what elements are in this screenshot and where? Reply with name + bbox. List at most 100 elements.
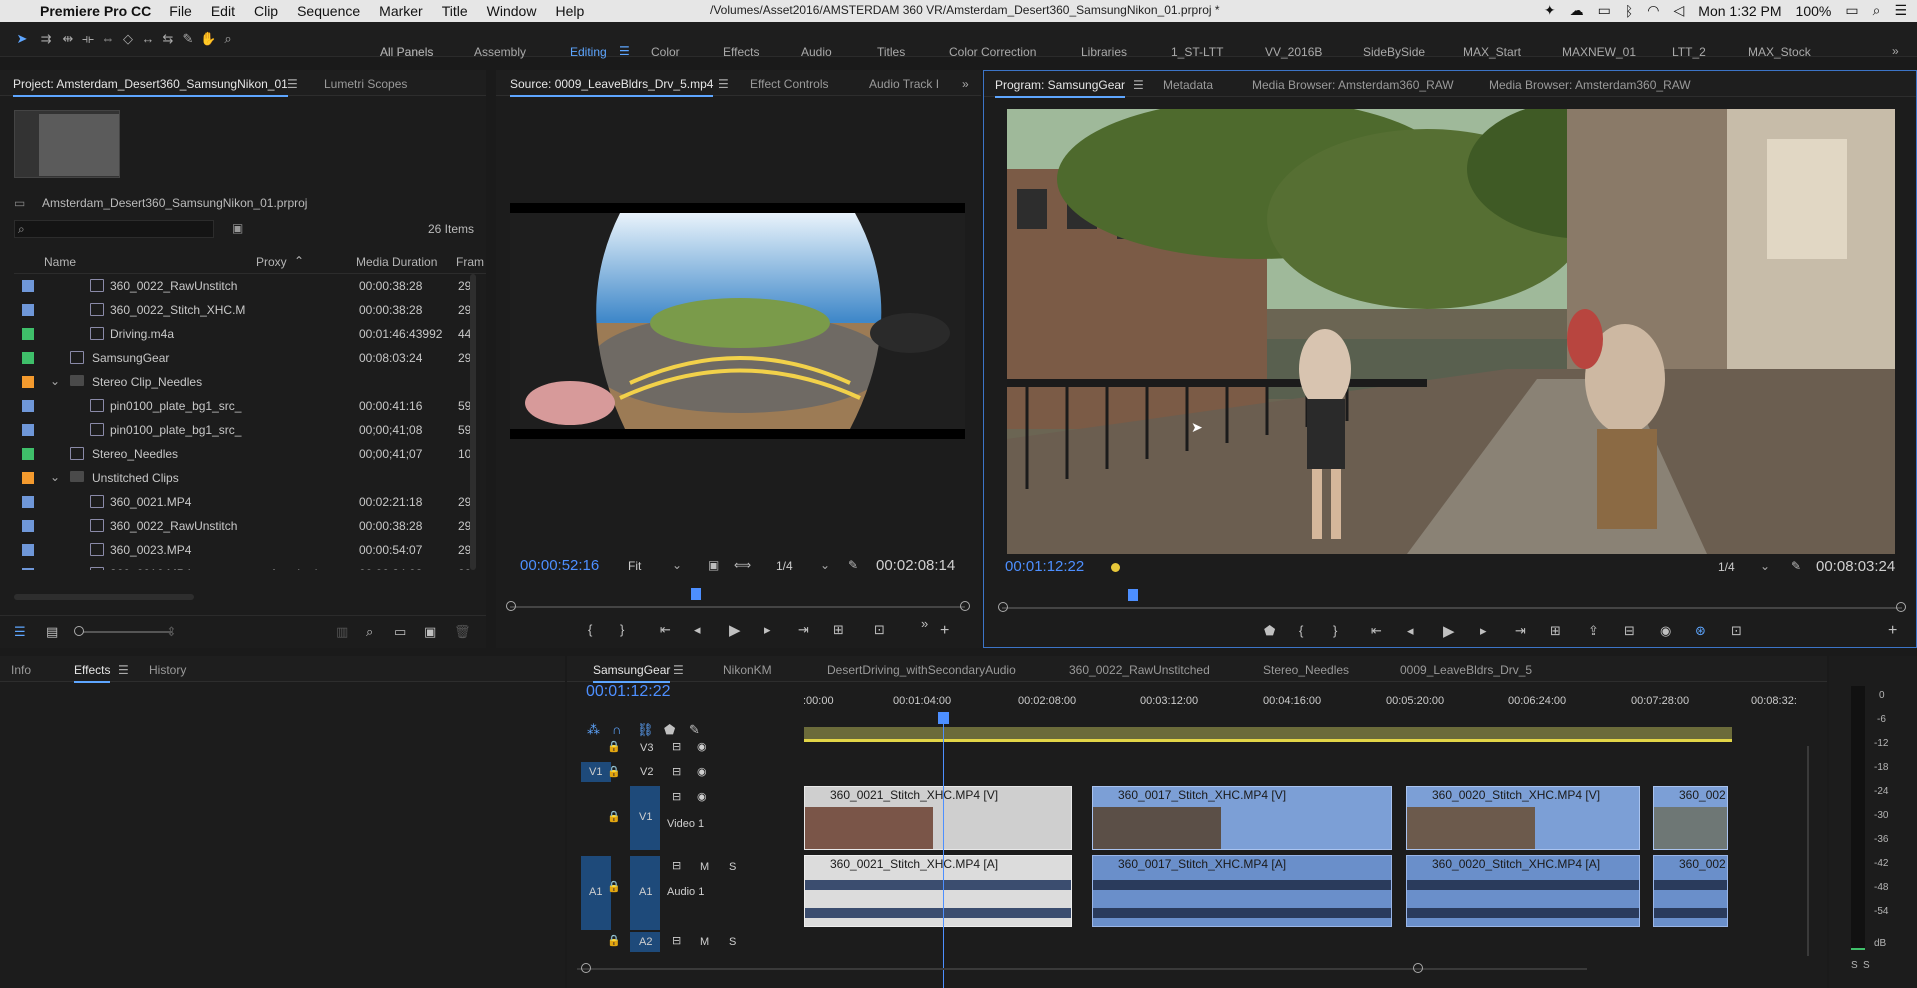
project-list-item[interactable]: 360_0023.MP4 00:00:54:07 29 — [14, 538, 471, 562]
source-timecode[interactable]: 00:00:52:16 — [520, 557, 599, 574]
new-bin-icon[interactable]: ▭ — [394, 624, 406, 640]
airplay-icon[interactable]: ▭ — [1598, 2, 1611, 19]
source-settings-wrench-icon[interactable]: ✎ — [848, 558, 858, 572]
menu-file[interactable]: File — [169, 3, 192, 19]
program-add-marker-icon[interactable]: ⬟ — [1264, 623, 1275, 639]
menu-clip[interactable]: Clip — [254, 3, 278, 19]
battery-label[interactable]: 100% — [1796, 3, 1832, 19]
project-list-item[interactable]: 360_0021.MP4 00:02:21:18 29 — [14, 490, 471, 514]
project-list-item[interactable]: 360_0022_Stitch_XHC.M 00:00:38:28 29 — [14, 298, 471, 322]
project-horizontal-scrollbar[interactable] — [14, 594, 194, 600]
source-scrubber[interactable] — [510, 606, 965, 608]
project-thumbnail[interactable] — [14, 110, 120, 178]
menu-sequence[interactable]: Sequence — [297, 3, 360, 19]
source-scrub-end-handle[interactable] — [960, 601, 970, 611]
source-drag-video-icon[interactable]: ⟺ — [734, 558, 751, 572]
sync-lock-v3-icon[interactable]: ⊟ — [672, 740, 681, 753]
program-timecode[interactable]: 00:01:12:22 — [1005, 558, 1084, 575]
label-color-swatch[interactable] — [22, 424, 34, 436]
timeline-playhead-line[interactable] — [943, 712, 944, 988]
program-marker-dot[interactable] — [1111, 563, 1120, 572]
clear-icon[interactable]: 🗑 — [454, 624, 471, 640]
label-color-swatch[interactable] — [22, 520, 34, 532]
app-menu[interactable]: Premiere Pro CC — [40, 3, 151, 19]
source-step-forward-icon[interactable]: ▸ — [764, 622, 771, 638]
solo-a2[interactable]: S — [729, 936, 736, 948]
workspace-vv-2016b[interactable]: VV_2016B — [1265, 45, 1322, 59]
workspace-1st-ltt[interactable]: 1_ST-LTT — [1171, 45, 1223, 59]
creative-cloud-icon[interactable]: ☁ — [1570, 2, 1584, 19]
timeline-timecode[interactable]: 00:01:12:22 — [586, 683, 671, 701]
program-compare-icon[interactable]: ⊡ — [1731, 623, 1742, 639]
workspace-menu-icon[interactable]: ☰ — [619, 44, 630, 58]
meter-solo-left[interactable]: S — [1851, 960, 1858, 971]
workspace-titles[interactable]: Titles — [877, 45, 905, 59]
mute-a1[interactable]: M — [700, 861, 709, 873]
menu-help[interactable]: Help — [555, 3, 584, 19]
workspace-color-correction[interactable]: Color Correction — [949, 45, 1036, 59]
source-overflow-icon[interactable]: » — [962, 77, 969, 91]
tab-program[interactable]: Program: SamsungGear — [995, 78, 1126, 98]
program-mark-in-icon[interactable]: { — [1299, 623, 1303, 638]
project-list-item[interactable]: 360_0022_RawUnstitch 00:00:38:28 29 — [14, 514, 471, 538]
eye-v3-icon[interactable]: ◉ — [697, 740, 707, 753]
program-lift-icon[interactable]: ⇪ — [1588, 623, 1599, 639]
wifi-icon[interactable]: ◠ — [1647, 2, 1659, 19]
source-fit-select[interactable]: Fit — [628, 559, 641, 573]
project-list-item[interactable]: Stereo_Needles 00;00;41;07 10 — [14, 442, 471, 466]
column-media-duration[interactable]: Media Duration — [356, 255, 437, 269]
menu-edit[interactable]: Edit — [211, 3, 235, 19]
timeline-zoom-start-handle[interactable] — [581, 963, 591, 973]
tab-lumetri-scopes[interactable]: Lumetri Scopes — [324, 77, 407, 91]
volume-icon[interactable]: ◁ — [1674, 2, 1685, 19]
snap-icon[interactable]: ∩ — [612, 722, 621, 737]
program-step-forward-icon[interactable]: ▸ — [1480, 623, 1487, 639]
lock-a1-icon[interactable]: 🔒 — [607, 880, 621, 893]
menu-title[interactable]: Title — [442, 3, 468, 19]
sync-lock-a2-icon[interactable]: ⊟ — [672, 934, 681, 947]
timeline-audio-clip[interactable]: 360_0020_Stitch_XHC.MP4 [A] — [1406, 855, 1640, 927]
program-vr-video-icon[interactable]: ⊛ — [1695, 623, 1706, 639]
tab-seq-stereo-needles[interactable]: Stereo_Needles — [1263, 663, 1349, 677]
timeline-audio-clip[interactable]: 360_0017_Stitch_XHC.MP4 [A] — [1092, 855, 1392, 927]
source-safe-margins-icon[interactable]: ▣ — [708, 558, 719, 572]
meter-solo-right[interactable]: S — [1863, 960, 1870, 971]
timeline-vertical-scrollbar[interactable] — [1807, 746, 1809, 956]
timeline-zoom-scrollbar[interactable] — [577, 968, 1587, 970]
tab-history[interactable]: History — [149, 663, 186, 677]
icon-view-icon[interactable]: ▤ — [46, 624, 58, 640]
dropbox-icon[interactable]: ✦ — [1544, 2, 1556, 19]
project-list-item[interactable]: ⌄ Unstitched Clips — [14, 466, 464, 490]
tab-audio-track[interactable]: Audio Track I — [869, 77, 939, 91]
sync-lock-v2-icon[interactable]: ⊟ — [672, 765, 681, 778]
nest-toggle-icon[interactable]: ⁂ — [587, 722, 600, 738]
menu-marker[interactable]: Marker — [379, 3, 423, 19]
sync-lock-v1-icon[interactable]: ⊟ — [672, 790, 681, 803]
program-resolution-select[interactable]: 1/4 — [1718, 560, 1735, 574]
label-color-swatch[interactable] — [22, 496, 34, 508]
find-icon[interactable]: ⌕ — [366, 624, 373, 640]
workspace-color[interactable]: Color — [651, 45, 680, 59]
column-name[interactable]: Name — [44, 255, 76, 269]
spotlight-icon[interactable]: ⌕ — [1873, 2, 1881, 19]
program-scrubber[interactable] — [1002, 607, 1902, 609]
source-insert-icon[interactable]: ⊞ — [833, 622, 844, 638]
program-playaround-icon[interactable]: ⊞ — [1550, 623, 1561, 639]
source-res-chevron-down-icon[interactable]: ⌄ — [820, 558, 830, 572]
label-color-swatch[interactable] — [22, 328, 34, 340]
program-go-to-in-icon[interactable]: ⇤ — [1371, 623, 1382, 639]
label-color-swatch[interactable] — [22, 472, 34, 484]
program-playhead[interactable] — [1128, 589, 1138, 601]
automate-icon[interactable]: ▥ — [336, 624, 348, 640]
notification-icon[interactable]: ☰ — [1894, 2, 1907, 19]
label-color-swatch[interactable] — [22, 544, 34, 556]
battery-icon[interactable]: ▭ — [1845, 2, 1858, 19]
source-step-back-icon[interactable]: ◂ — [694, 622, 701, 638]
label-color-swatch[interactable] — [22, 448, 34, 460]
source-fit-chevron-down-icon[interactable]: ⌄ — [672, 558, 682, 572]
timeline-video-clip[interactable]: 360_0017_Stitch_XHC.MP4 [V] — [1092, 786, 1392, 850]
timeline-video-clip[interactable]: 360_0020_Stitch_XHC.MP4 [V] — [1406, 786, 1640, 850]
project-list-item[interactable]: 360_0022_RawUnstitch 00:00:38:28 29 — [14, 274, 471, 298]
timeline-video-clip[interactable]: 360_0021_Stitch_XHC.MP4 [V] — [804, 786, 1072, 850]
label-color-swatch[interactable] — [22, 400, 34, 412]
